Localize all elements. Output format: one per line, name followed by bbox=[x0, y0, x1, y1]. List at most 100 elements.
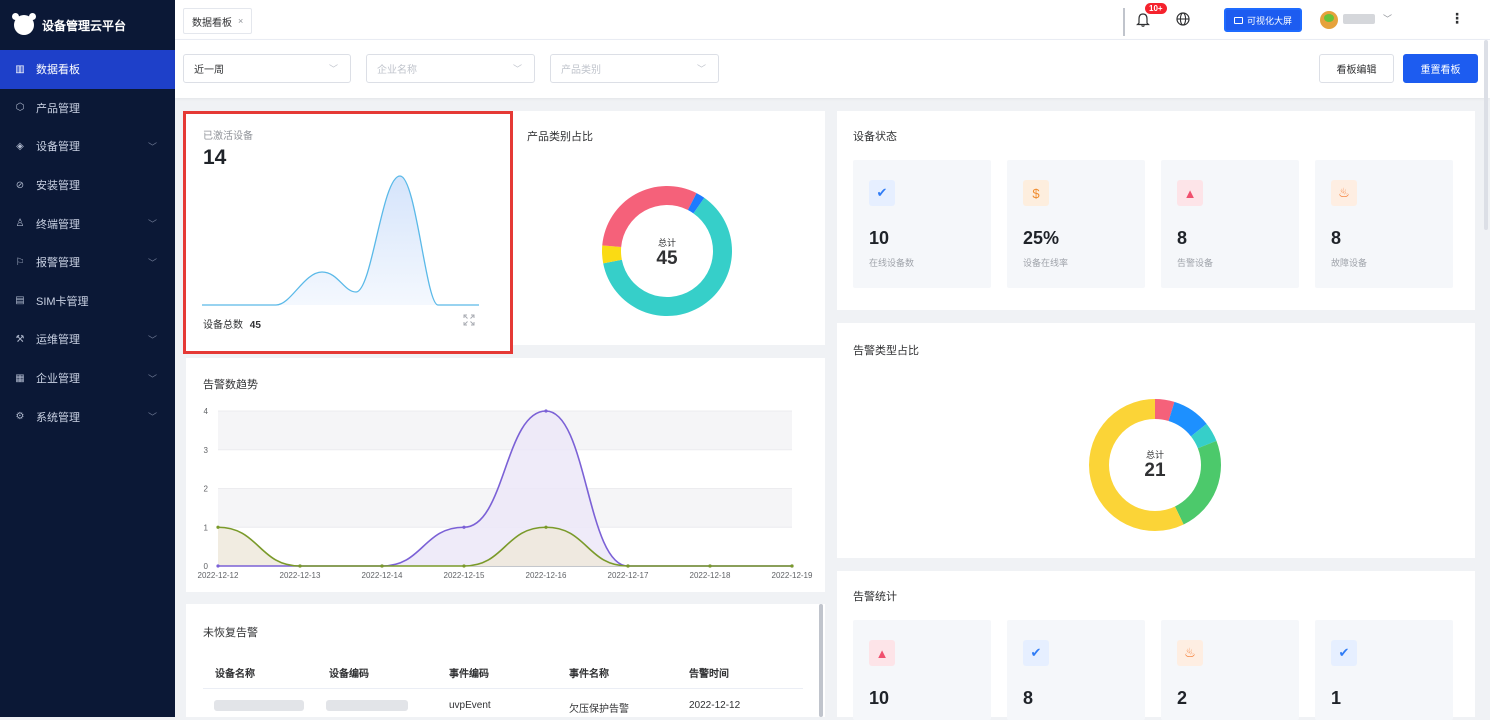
sidebar-item-0[interactable]: ▥ 数据看板 bbox=[0, 50, 175, 89]
alarm-trend-chart: 0 1 2 3 4 2022-12-12 2022-12-13 2022-12-14 2022-… bbox=[198, 407, 813, 580]
data-point[interactable] bbox=[544, 525, 548, 529]
stat-value: 8 bbox=[1023, 688, 1034, 708]
layers-icon: ◈ bbox=[16, 140, 24, 152]
sidebar-item-label: SIM卡管理 bbox=[36, 295, 89, 308]
stat-value: 10 bbox=[869, 228, 890, 248]
edit-dashboard-button[interactable]: 看板编辑 bbox=[1319, 54, 1394, 83]
globe-icon[interactable] bbox=[1175, 11, 1191, 27]
sidebar-item-7[interactable]: ⚒ 运维管理 ﹀ bbox=[0, 320, 175, 359]
highlight-box bbox=[183, 111, 513, 354]
verified-icon: ✔ bbox=[1331, 640, 1357, 666]
stat-value: 8 bbox=[1177, 228, 1188, 248]
product-type-placeholder: 产品类别 bbox=[561, 65, 601, 76]
avatar[interactable] bbox=[1320, 11, 1338, 29]
sidebar-item-label: 运维管理 bbox=[36, 334, 80, 347]
sidebar-item-label: 系统管理 bbox=[36, 411, 80, 424]
stat-tile[interactable]: ✔ 1 bbox=[1315, 620, 1453, 720]
sidebar-item-label: 报警管理 bbox=[36, 257, 80, 270]
sidebar-item-8[interactable]: ▦ 企业管理 ﹀ bbox=[0, 359, 175, 398]
sidebar-item-2[interactable]: ◈ 设备管理 ﹀ bbox=[0, 127, 175, 166]
sidebar-item-label: 安装管理 bbox=[36, 180, 80, 193]
reset-dashboard-button[interactable]: 重置看板 bbox=[1403, 54, 1478, 83]
bell-icon[interactable] bbox=[1135, 12, 1151, 28]
panda-logo-icon bbox=[12, 13, 36, 35]
data-point[interactable] bbox=[298, 564, 302, 568]
username-redacted[interactable] bbox=[1343, 14, 1375, 24]
stat-value: 2 bbox=[1177, 688, 1188, 708]
device-status-card: 设备状态 ✔ 10 在线设备数 $25% 设备在线率 ▲ 8 告警设备 ♨ 8 故障设备 bbox=[837, 111, 1475, 310]
page-scrollbar[interactable] bbox=[1484, 40, 1488, 230]
product-type-select[interactable]: 产品类别 ﹀ bbox=[550, 54, 719, 83]
sidebar-item-label: 数据看板 bbox=[36, 64, 80, 77]
more-icon[interactable]: ⋮ bbox=[1450, 10, 1464, 27]
data-point[interactable] bbox=[216, 564, 220, 568]
x-tick-label: 2022-12-16 bbox=[526, 571, 567, 580]
period-select[interactable]: 近一周 ﹀ bbox=[183, 54, 351, 83]
unresolved-title: 未恢复告警 bbox=[203, 627, 258, 639]
stat-tile[interactable]: ▲ 10 bbox=[853, 620, 991, 720]
chevron-down-icon: ﹀ bbox=[696, 64, 706, 74]
sidebar: 设备管理云平台 ▥ 数据看板 ⬡ 产品管理 ◈ 设备管理 ﹀ ⊘ 安装管理 ♙ 终端管理 ﹀ ⚐ 报警管理… bbox=[0, 0, 175, 717]
tab-label: 数据看板 bbox=[192, 17, 232, 29]
chevron-down-icon: ﹀ bbox=[147, 141, 157, 152]
data-point[interactable] bbox=[544, 409, 548, 413]
data-point[interactable] bbox=[380, 564, 384, 568]
data-point[interactable] bbox=[626, 564, 630, 568]
sidebar-item-3[interactable]: ⊘ 安装管理 bbox=[0, 166, 175, 205]
sidebar-item-1[interactable]: ⬡ 产品管理 bbox=[0, 89, 175, 128]
sidebar-item-label: 终端管理 bbox=[36, 218, 80, 231]
bigscreen-button[interactable]: 可视化大屏 bbox=[1224, 8, 1303, 32]
product-share-donut bbox=[602, 186, 732, 317]
stat-tile[interactable]: $25% 设备在线率 bbox=[1007, 160, 1145, 288]
y-tick-label: 1 bbox=[204, 523, 209, 532]
sidebar-item-6[interactable]: ▤ SIM卡管理 bbox=[0, 282, 175, 321]
data-point[interactable] bbox=[790, 564, 794, 568]
stat-tile[interactable]: ✔ 8 bbox=[1007, 620, 1145, 720]
table-scrollbar[interactable] bbox=[819, 604, 823, 717]
data-point[interactable] bbox=[216, 525, 220, 529]
stat-tile[interactable]: ▲ 8 告警设备 bbox=[1161, 160, 1299, 288]
company-select[interactable]: 企业名称 ﹀ bbox=[366, 54, 535, 83]
stat-label: 设备在线率 bbox=[1023, 258, 1069, 268]
stat-tile[interactable]: ♨ 8 故障设备 bbox=[1315, 160, 1453, 288]
alarm-stats-title: 告警统计 bbox=[853, 591, 897, 603]
divider bbox=[1123, 8, 1125, 36]
alarm-trend-card: 告警数趋势 0 1 2 3 4 2022-12-12 2022-12-13 2022-12-1… bbox=[186, 358, 825, 592]
company-placeholder: 企业名称 bbox=[377, 65, 417, 76]
chevron-down-icon: ﹀ bbox=[147, 257, 157, 268]
col-device-name: 设备名称 bbox=[215, 669, 255, 680]
alarm-stats-card: 告警统计 ▲ 10 ✔ 8 ♨ 2 ✔ 1 bbox=[837, 571, 1475, 720]
device-status-title: 设备状态 bbox=[853, 131, 897, 143]
unresolved-alarms-card: 未恢复告警 设备名称 设备编码 事件编码 事件名称 告警时间 uvpEvent … bbox=[186, 604, 825, 717]
brand[interactable]: 设备管理云平台 bbox=[0, 0, 175, 50]
chevron-down-icon[interactable]: ﹀ bbox=[1383, 12, 1392, 25]
data-point[interactable] bbox=[462, 525, 466, 529]
event-name: 欠压保护告警 bbox=[569, 704, 629, 715]
data-point[interactable] bbox=[462, 564, 466, 568]
wrench-icon: ⚒ bbox=[15, 333, 25, 345]
sidebar-item-label: 设备管理 bbox=[36, 141, 80, 154]
donut-slice[interactable] bbox=[1174, 440, 1221, 525]
stat-tile[interactable]: ✔ 10 在线设备数 bbox=[853, 160, 991, 288]
chevron-down-icon: ﹀ bbox=[147, 373, 157, 384]
close-icon[interactable]: × bbox=[238, 16, 243, 26]
sidebar-item-9[interactable]: ⚙ 系统管理 ﹀ bbox=[0, 397, 175, 436]
sidebar-item-4[interactable]: ♙ 终端管理 ﹀ bbox=[0, 204, 175, 243]
x-tick-label: 2022-12-14 bbox=[362, 571, 403, 580]
data-point[interactable] bbox=[708, 564, 712, 568]
x-tick-label: 2022-12-12 bbox=[198, 571, 239, 580]
y-tick-label: 0 bbox=[204, 562, 209, 571]
table-divider bbox=[203, 688, 803, 689]
topbar: 数据看板 × 10+ 可视化大屏 ﹀ ⋮ bbox=[175, 0, 1490, 40]
alarm-bell-icon: ▲ bbox=[869, 640, 895, 666]
chevron-down-icon: ﹀ bbox=[328, 64, 338, 74]
bigscreen-label: 可视化大屏 bbox=[1247, 15, 1293, 26]
sidebar-item-label: 企业管理 bbox=[36, 373, 80, 386]
sidebar-item-5[interactable]: ⚐ 报警管理 ﹀ bbox=[0, 243, 175, 282]
sidebar-item-label: 产品管理 bbox=[36, 102, 80, 115]
stat-tile[interactable]: ♨ 2 bbox=[1161, 620, 1299, 720]
stat-label: 在线设备数 bbox=[869, 258, 915, 268]
device-code-redacted bbox=[326, 700, 408, 711]
building-icon: ▦ bbox=[15, 372, 25, 384]
tab-dashboard[interactable]: 数据看板 × bbox=[183, 8, 253, 34]
